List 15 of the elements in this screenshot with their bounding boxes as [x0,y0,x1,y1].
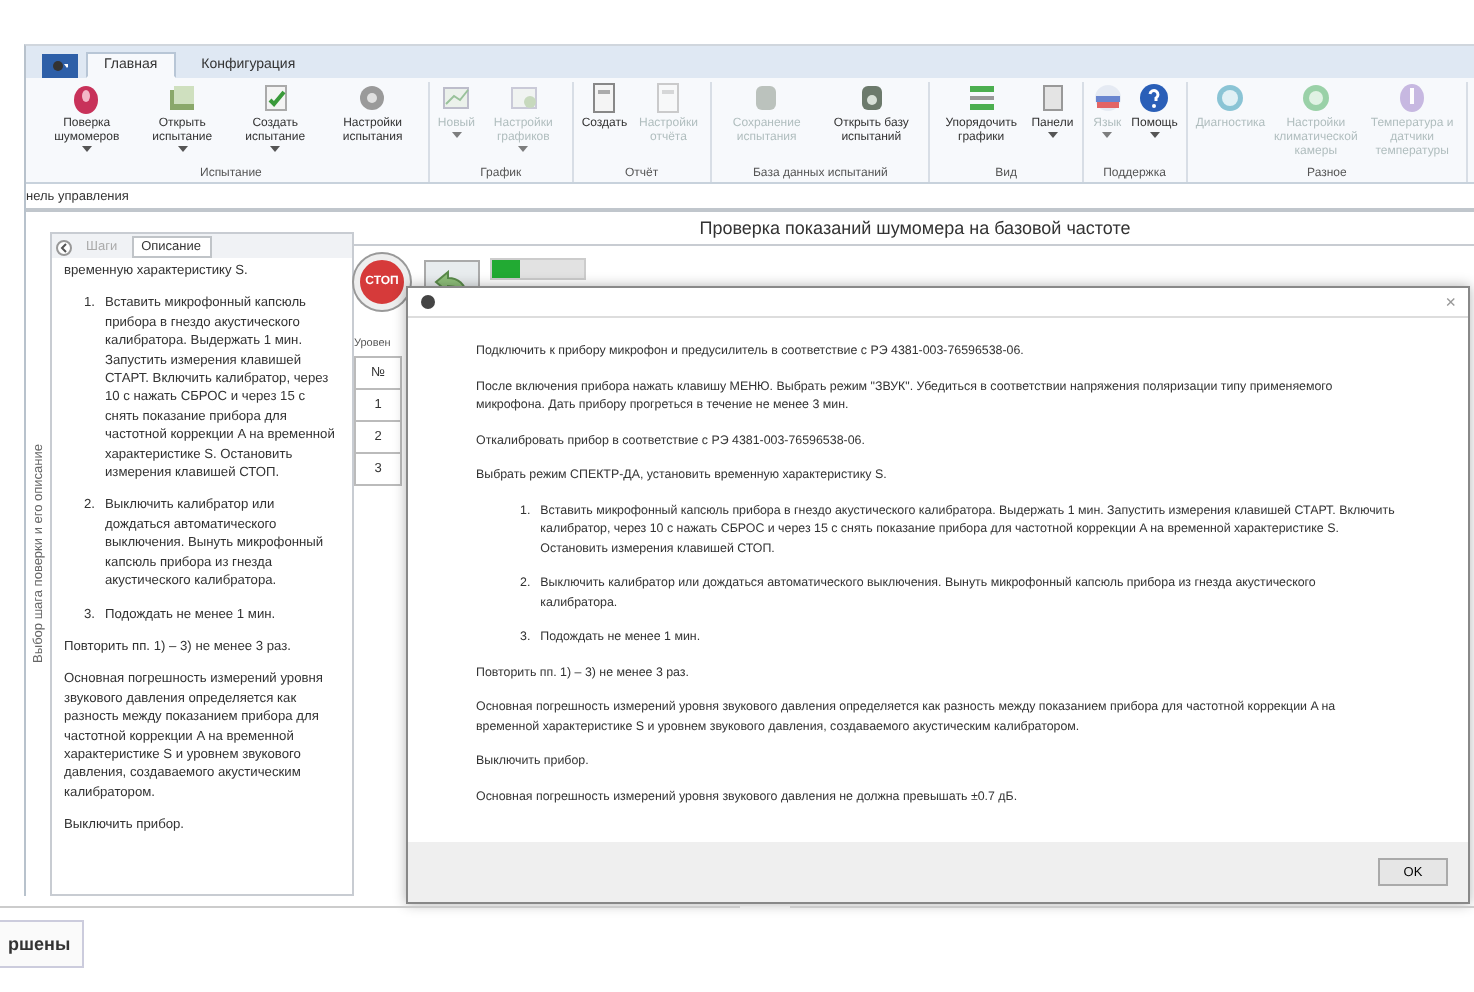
flag-icon [1091,82,1124,114]
progress-bar [490,258,586,280]
app-menu-icon [52,60,68,72]
list-icon [965,82,998,114]
collapse-icon[interactable] [56,239,72,255]
folder-icon [166,82,199,114]
chart-settings-icon [507,82,540,114]
tab-label: ршены [0,920,85,968]
app-icon [420,294,436,310]
page-title: Проверка показаний шумомера на базовой частоте [699,218,1131,238]
ring-icon [1299,82,1332,114]
gear-icon [356,82,389,114]
round-icon [70,82,103,114]
ring-icon [1214,82,1247,114]
chart-icon [440,82,473,114]
